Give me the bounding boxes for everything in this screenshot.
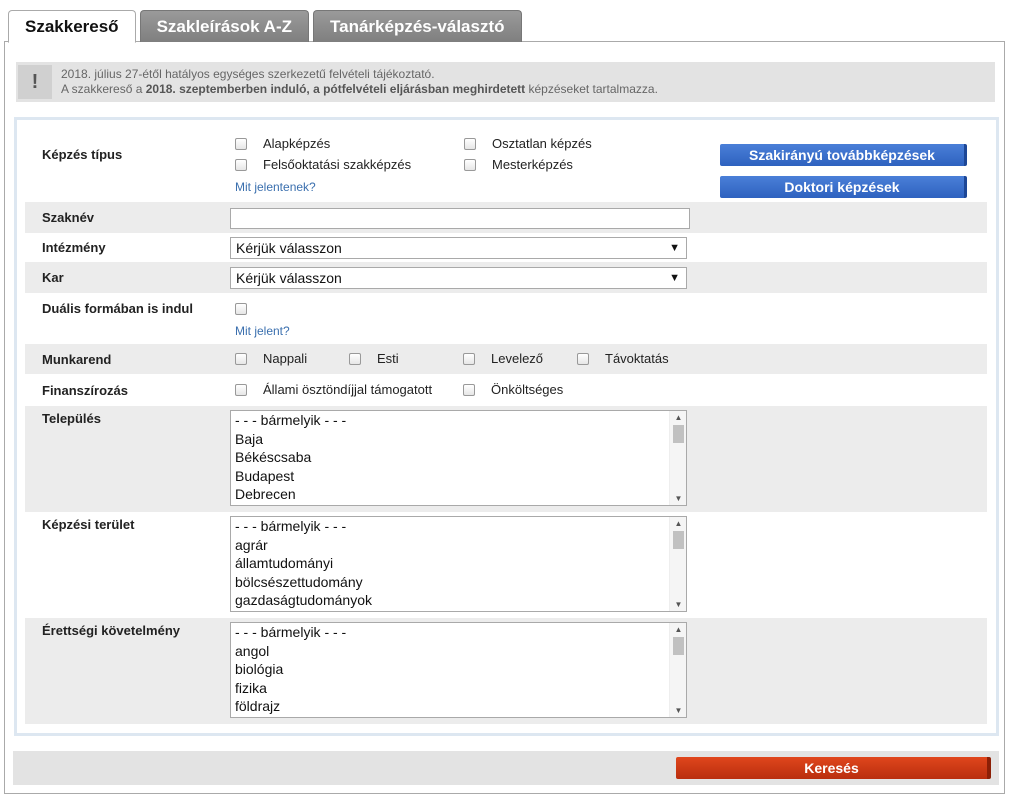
list-item[interactable]: gazdaságtudományok — [231, 591, 686, 610]
notice-line-2: A szakkereső a 2018. szeptemberben indul… — [61, 82, 658, 96]
checkbox-allami[interactable] — [235, 384, 247, 396]
kar-selected: Kérjük válasszon — [236, 270, 342, 286]
notice-highlight: 2018. szeptemberben induló, a pótfelvéte… — [145, 82, 526, 96]
osztatlan-label: Osztatlan képzés — [492, 136, 592, 151]
scroll-down-icon[interactable]: ▼ — [670, 706, 686, 715]
listbox-scrollbar[interactable]: ▲ ▼ — [669, 623, 686, 717]
list-item[interactable]: agrár — [231, 536, 686, 555]
alapkepzes-label: Alapképzés — [263, 136, 331, 151]
kepzes-tipus-label: Képzés típus — [42, 147, 123, 162]
list-item[interactable]: fizika — [231, 679, 686, 698]
bottom-bar: Keresés — [13, 751, 999, 785]
dropdown-arrow-icon: ▼ — [669, 242, 680, 254]
mit-jelentenek-link[interactable]: Mit jelentenek? — [235, 180, 316, 194]
list-item[interactable]: angol — [231, 642, 686, 661]
checkbox-esti[interactable] — [349, 353, 361, 365]
list-item[interactable]: Debrecen — [231, 485, 686, 504]
nappali-label: Nappali — [263, 351, 308, 366]
kepzesi-terulet-listbox[interactable]: - - - bármelyik - - - agrár államtudomán… — [230, 516, 687, 612]
intezmeny-select[interactable]: Kérjük válasszon ▼ — [230, 237, 687, 259]
levelezo-label: Levelező — [491, 351, 544, 366]
szakiranyu-button[interactable]: Szakirányú továbbképzések — [720, 144, 967, 166]
checkbox-onkoltseges[interactable] — [463, 384, 475, 396]
scroll-thumb[interactable] — [673, 531, 684, 549]
search-button[interactable]: Keresés — [676, 757, 991, 779]
munkarend-label: Munkarend — [42, 352, 112, 367]
kar-select[interactable]: Kérjük válasszon ▼ — [230, 267, 687, 289]
telepules-label: Település — [42, 411, 102, 426]
doktori-button[interactable]: Doktori képzések — [720, 176, 967, 198]
list-item[interactable]: földrajz — [231, 697, 686, 716]
intezmeny-label: Intézmény — [42, 240, 106, 255]
info-notice: ! 2018. július 27-étől hatályos egységes… — [16, 62, 995, 102]
tab-tanarkepzes[interactable]: Tanárképzés-választó — [313, 10, 522, 42]
checkbox-osztatlan[interactable] — [464, 138, 476, 150]
szaknev-label: Szaknév — [42, 210, 95, 225]
scroll-up-icon[interactable]: ▲ — [670, 625, 686, 634]
intezmeny-selected: Kérjük válasszon — [236, 240, 342, 256]
finanszirozas-label: Finanszírozás — [42, 383, 128, 398]
checkbox-alapkepzes[interactable] — [235, 138, 247, 150]
list-item[interactable]: - - - bármelyik - - - — [231, 411, 686, 430]
listbox-scrollbar[interactable]: ▲ ▼ — [669, 411, 686, 505]
checkbox-tavoktatas[interactable] — [577, 353, 589, 365]
list-item[interactable]: biológia — [231, 660, 686, 679]
list-item[interactable]: - - - bármelyik - - - — [231, 623, 686, 642]
felsooktatasi-label: Felsőoktatási szakképzés — [263, 157, 412, 172]
notice-line-1: 2018. július 27-étől hatályos egységes s… — [61, 67, 435, 81]
tab-szakkereso[interactable]: Szakkereső — [8, 10, 136, 43]
list-item[interactable]: bölcsészettudomány — [231, 573, 686, 592]
dropdown-arrow-icon: ▼ — [669, 272, 680, 284]
checkbox-felsooktatasi[interactable] — [235, 159, 247, 171]
telepules-listbox[interactable]: - - - bármelyik - - - Baja Békéscsaba Bu… — [230, 410, 687, 506]
esti-label: Esti — [377, 351, 399, 366]
scroll-up-icon[interactable]: ▲ — [670, 413, 686, 422]
list-item[interactable]: - - - bármelyik - - - — [231, 517, 686, 536]
list-item[interactable]: Baja — [231, 430, 686, 449]
scroll-down-icon[interactable]: ▼ — [670, 600, 686, 609]
erettsegi-listbox[interactable]: - - - bármelyik - - - angol biológia fiz… — [230, 622, 687, 718]
mesterkepzes-label: Mesterképzés — [492, 157, 573, 172]
scroll-up-icon[interactable]: ▲ — [670, 519, 686, 528]
scroll-down-icon[interactable]: ▼ — [670, 494, 686, 503]
onkoltseges-label: Önköltséges — [491, 382, 564, 397]
kar-label: Kar — [42, 270, 64, 285]
tab-szakleirasok[interactable]: Szakleírások A-Z — [139, 10, 310, 42]
list-item[interactable]: államtudományi — [231, 554, 686, 573]
listbox-scrollbar[interactable]: ▲ ▼ — [669, 517, 686, 611]
scroll-thumb[interactable] — [673, 637, 684, 655]
tavoktatas-label: Távoktatás — [605, 351, 669, 366]
exclamation-icon: ! — [18, 65, 52, 99]
checkbox-mesterkepzes[interactable] — [464, 159, 476, 171]
kepzesi-terulet-label: Képzési terület — [42, 517, 135, 532]
list-item[interactable]: Békéscsaba — [231, 448, 686, 467]
tab-bar: Szakkereső Szakleírások A-Z Tanárképzés-… — [8, 10, 522, 43]
checkbox-levelezo[interactable] — [463, 353, 475, 365]
dualis-label: Duális formában is indul — [42, 301, 193, 316]
scroll-thumb[interactable] — [673, 425, 684, 443]
checkbox-dualis[interactable] — [235, 303, 247, 315]
mit-jelent-link[interactable]: Mit jelent? — [235, 324, 290, 338]
allami-label: Állami ösztöndíjjal támogatott — [263, 382, 433, 397]
notice-text: 2018. július 27-étől hatályos egységes s… — [61, 67, 658, 97]
checkbox-nappali[interactable] — [235, 353, 247, 365]
erettsegi-label: Érettségi követelmény — [42, 623, 181, 638]
szaknev-input[interactable] — [230, 208, 690, 229]
list-item[interactable]: Budapest — [231, 467, 686, 486]
